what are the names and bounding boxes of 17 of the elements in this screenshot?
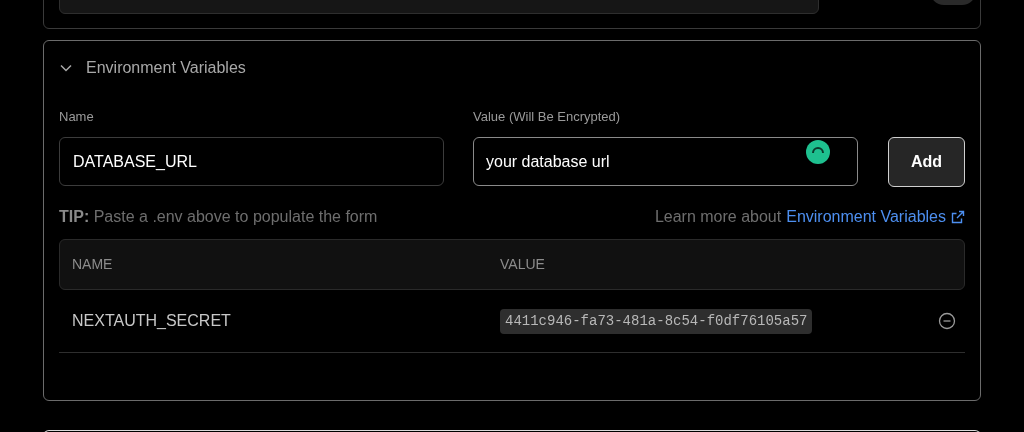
variable-value: 4411c946-fa73-481a-8c54-f0df76105a57 <box>500 308 813 334</box>
add-button[interactable]: Add <box>888 137 965 187</box>
learn-more-text: Learn more about <box>654 207 782 227</box>
tip-text: TIP: Paste a .env above to populate the form <box>59 207 378 227</box>
name-field[interactable]: DATABASE_URL <box>59 137 444 186</box>
field-label: Name <box>59 108 95 125</box>
remove-button[interactable] <box>938 312 956 330</box>
status-icon <box>806 140 830 164</box>
variable-name: NEXTAUTH_SECRET <box>72 311 232 331</box>
column-header: VALUE <box>500 255 545 274</box>
value-field[interactable]: your database url <box>473 137 858 186</box>
external-link-icon <box>951 210 965 224</box>
column-header: NAME <box>72 255 114 274</box>
field-label: Value (Will Be Encrypted) <box>473 108 622 125</box>
remove-icon <box>938 312 956 330</box>
section-header[interactable]: Environment Variables <box>59 57 246 79</box>
docs-link[interactable]: Environment Variables <box>786 205 965 229</box>
